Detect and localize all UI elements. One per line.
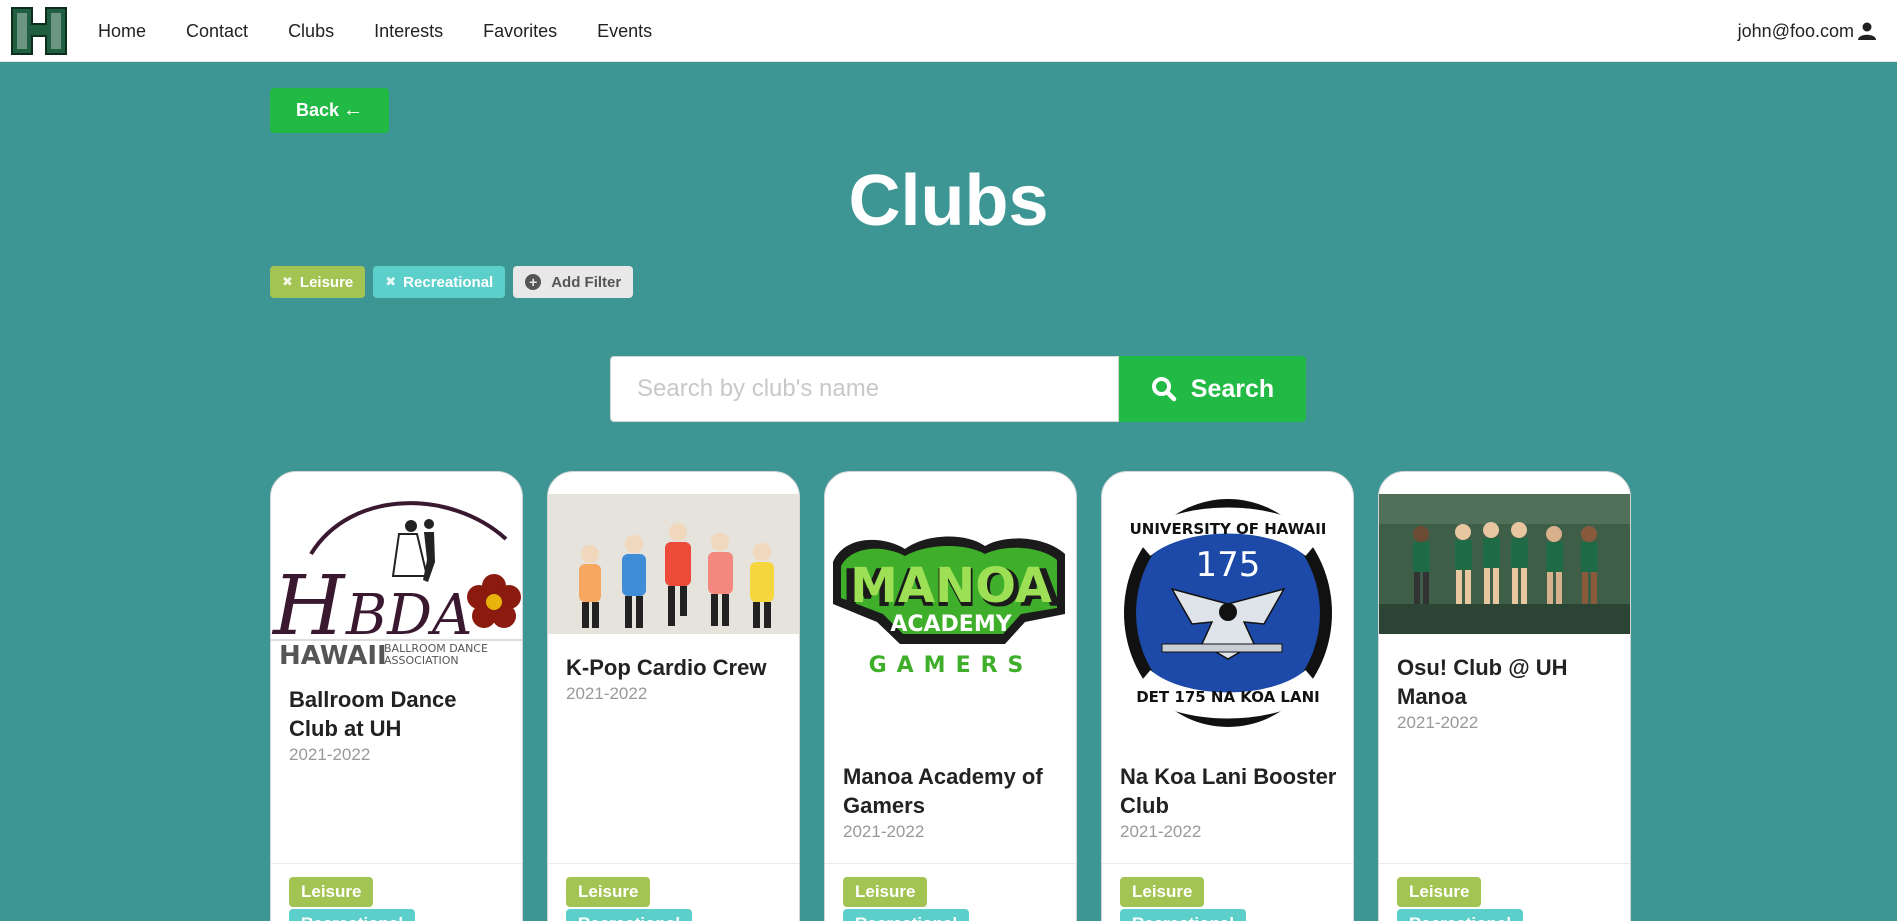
club-name[interactable]: Manoa Academy of Gamers <box>843 762 1062 820</box>
filter-chip-recreational[interactable]: ✖ Recreational <box>373 266 506 298</box>
club-year: 2021-2022 <box>843 822 925 841</box>
tag-leisure: Leisure <box>1120 877 1205 907</box>
card-content: Ballroom Dance Club at UH 2021-2022 <box>289 685 508 765</box>
logo-gamers: GAMERS <box>869 653 1034 678</box>
user-icon <box>1858 22 1876 40</box>
card-divider <box>548 863 799 864</box>
club-name[interactable]: Ballroom Dance Club at UH <box>289 685 508 743</box>
top-navbar: Home Contact Clubs Interests Favorites E… <box>0 0 1897 62</box>
uh-logo-icon[interactable] <box>8 4 70 58</box>
nav-interests[interactable]: Interests <box>374 21 443 42</box>
page-title: Clubs <box>848 161 1049 241</box>
club-name[interactable]: K-Pop Cardio Crew <box>566 653 785 682</box>
tag-recreational: Recreational <box>843 909 970 921</box>
close-icon[interactable]: ✖ <box>282 274 293 290</box>
club-year: 2021-2022 <box>1120 822 1202 841</box>
plus-circle-icon: + <box>525 274 542 290</box>
club-name[interactable]: Na Koa Lani Booster Club <box>1120 762 1339 820</box>
card-content: Osu! Club @ UH Manoa 2021-2022 <box>1397 653 1616 733</box>
arrow-left-icon: ← <box>343 99 364 121</box>
osu-club-photo <box>1379 494 1630 634</box>
club-year: 2021-2022 <box>1397 713 1479 732</box>
tag-leisure: Leisure <box>289 877 374 907</box>
patch-top-text: UNIVERSITY OF HAWAII <box>1130 520 1327 538</box>
club-year: 2021-2022 <box>566 684 648 703</box>
club-card[interactable]: Osu! Club @ UH Manoa 2021-2022 Leisure R… <box>1378 471 1631 921</box>
card-divider <box>1379 863 1630 864</box>
nav-home[interactable]: Home <box>98 21 146 42</box>
logo-bda: BDA <box>345 583 473 648</box>
card-content: K-Pop Cardio Crew 2021-2022 <box>566 653 785 704</box>
nav-clubs[interactable]: Clubs <box>288 21 334 42</box>
tag-recreational: Recreational <box>566 909 693 921</box>
user-email: john@foo.com <box>1737 20 1854 41</box>
patch-number: 175 <box>1196 545 1261 585</box>
card-divider <box>825 863 1076 864</box>
tag-recreational: Recreational <box>1120 909 1247 921</box>
card-divider <box>271 863 522 864</box>
logo-hawaii: HAWAII <box>279 641 387 666</box>
nav-favorites[interactable]: Favorites <box>483 21 557 42</box>
logo-manoa-fill: MANOA <box>850 558 1052 614</box>
club-card[interactable]: H BDA HAWAII BALLROOM DANCE ASSOCIATION … <box>270 471 523 921</box>
search-icon <box>1151 377 1177 402</box>
club-year: 2021-2022 <box>289 745 371 764</box>
tag-leisure: Leisure <box>843 877 928 907</box>
search-button-label: Search <box>1190 374 1275 403</box>
add-filter-button[interactable]: + Add Filter <box>513 266 634 298</box>
tag-recreational: Recreational <box>1397 909 1524 921</box>
club-card[interactable]: K-Pop Cardio Crew 2021-2022 Leisure Recr… <box>547 471 800 921</box>
search-button[interactable]: Search <box>1119 356 1306 422</box>
back-button[interactable]: Back ← <box>270 88 389 133</box>
nav-links: Home Contact Clubs Interests Favorites E… <box>98 0 692 62</box>
logo-academy: ACADEMY <box>890 612 1012 637</box>
club-card[interactable]: UNIVERSITY OF HAWAII 175 DET 175 NA KOA … <box>1101 471 1354 921</box>
kpop-dancers-photo <box>548 494 799 634</box>
card-divider <box>1102 863 1353 864</box>
logo-association: ASSOCIATION <box>384 654 459 666</box>
club-card[interactable]: MANOA MANOA ACADEMY GAMERS Manoa Academy… <box>824 471 1077 921</box>
card-content: Manoa Academy of Gamers 2021-2022 <box>843 762 1062 842</box>
back-label: Back <box>295 100 340 120</box>
add-filter-label: Add Filter <box>551 273 622 291</box>
close-icon[interactable]: ✖ <box>385 274 396 290</box>
tag-recreational: Recreational <box>289 909 416 921</box>
filter-chip-leisure[interactable]: ✖ Leisure <box>270 266 366 298</box>
manoa-gamers-logo: MANOA MANOA ACADEMY GAMERS <box>825 494 1076 732</box>
card-content: Na Koa Lani Booster Club 2021-2022 <box>1120 762 1339 842</box>
tag-leisure: Leisure <box>566 877 651 907</box>
user-menu[interactable]: john@foo.com <box>1738 0 1877 62</box>
na-koa-lani-patch-logo: UNIVERSITY OF HAWAII 175 DET 175 NA KOA … <box>1102 494 1353 732</box>
patch-bottom-text: DET 175 NA KOA LANI <box>1136 688 1320 706</box>
filter-label: Leisure <box>299 273 354 291</box>
filter-label: Recreational <box>403 273 494 291</box>
ballroom-dance-logo: H BDA HAWAII BALLROOM DANCE ASSOCIATION <box>271 494 522 666</box>
filter-bar: ✖ Leisure ✖ Recreational + Add Filter <box>270 266 641 298</box>
nav-events[interactable]: Events <box>597 21 652 42</box>
tag-leisure: Leisure <box>1397 877 1482 907</box>
search-input[interactable] <box>610 356 1119 422</box>
nav-contact[interactable]: Contact <box>186 21 248 42</box>
club-name[interactable]: Osu! Club @ UH Manoa <box>1397 653 1616 711</box>
